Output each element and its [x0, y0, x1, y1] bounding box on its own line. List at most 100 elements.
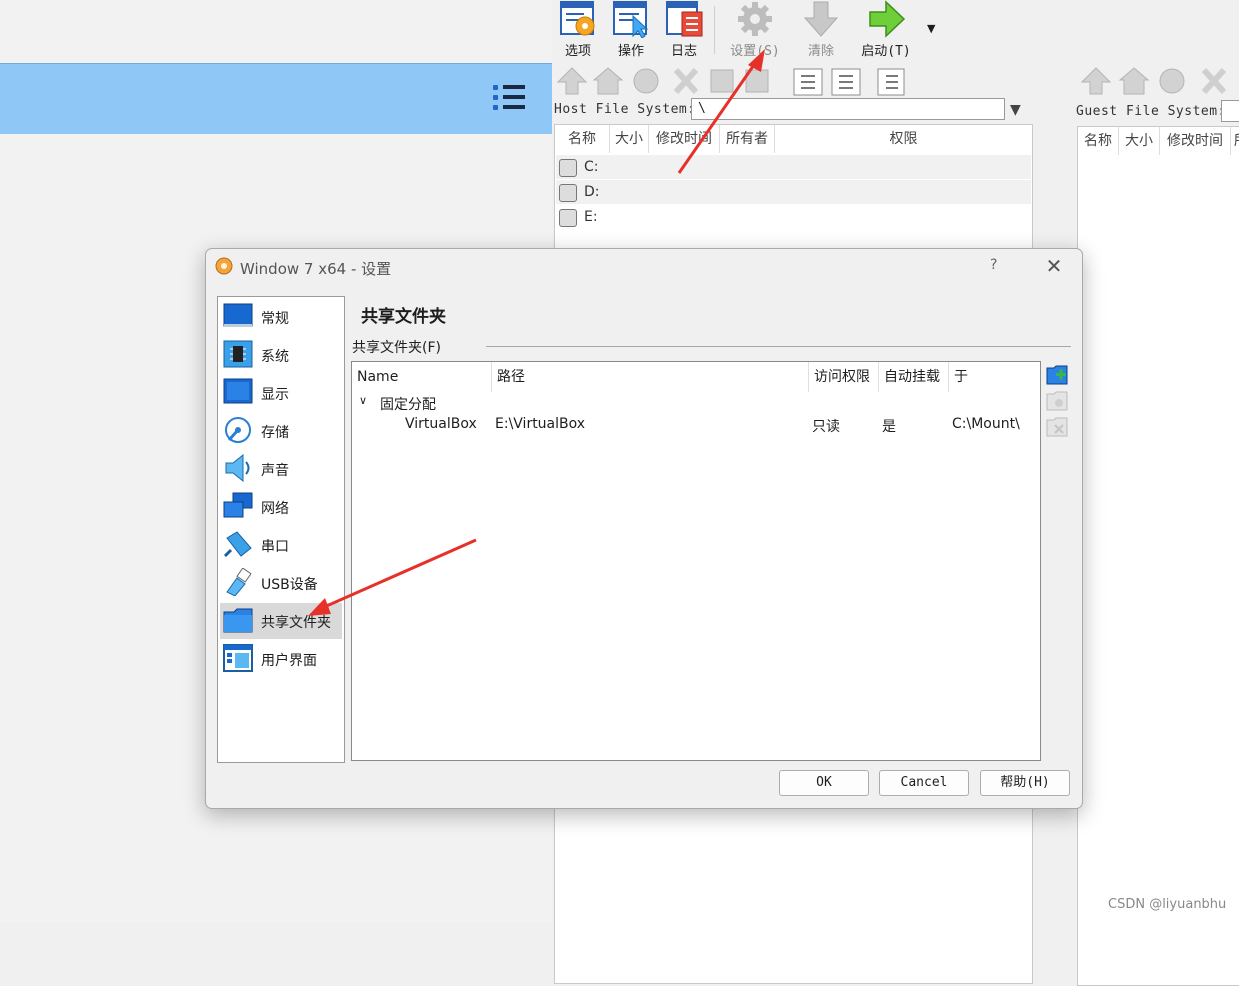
help-button[interactable]: 帮助(H)	[980, 770, 1070, 796]
row-access: 只读	[812, 419, 840, 435]
page-title: 共享文件夹	[361, 307, 446, 327]
list-view-icon[interactable]	[493, 83, 525, 113]
nav-label: 存储	[261, 425, 289, 441]
toolbar-log-button[interactable]: 日志	[662, 0, 706, 60]
toolbar-operations-label: 操作	[617, 44, 644, 59]
guest-col-size[interactable]: 大小	[1119, 127, 1160, 155]
storage-disk-icon	[223, 416, 253, 444]
settings-nav: 常规 系统 显示 存储 声音 网络 串口 USB设备 共享文件夹 用户界面	[217, 296, 345, 763]
dialog-title: Window 7 x64 - 设置	[240, 260, 392, 278]
toolbar-options-button[interactable]: 选项	[556, 0, 600, 60]
nav-label: 常规	[261, 311, 289, 327]
nav-label: 系统	[261, 349, 289, 365]
drive-label: D:	[584, 184, 600, 200]
host-col-size[interactable]: 大小	[610, 125, 649, 153]
guest-col-modified[interactable]: 修改时间	[1160, 127, 1231, 155]
row-mount-point: C:\Mount\	[952, 416, 1020, 432]
host-col-owner[interactable]: 所有者	[720, 125, 775, 153]
col-header-path[interactable]: 路径	[492, 362, 809, 392]
host-fs-path-input[interactable]: \	[691, 98, 1005, 120]
nav-item-usb[interactable]: USB设备	[220, 565, 342, 601]
virtualbox-logo-icon	[215, 257, 233, 275]
nav-label: 显示	[261, 387, 289, 403]
chevron-down-icon[interactable]: ▼	[927, 22, 935, 35]
shared-folder-icon	[223, 606, 253, 634]
user-interface-icon	[223, 644, 253, 672]
col-header-automount[interactable]: 自动挂载	[879, 362, 949, 392]
serial-port-icon	[223, 530, 253, 558]
nav-item-general[interactable]: 常规	[220, 299, 342, 335]
drive-label: E:	[584, 209, 598, 225]
nav-label: 用户界面	[261, 653, 317, 669]
settings-gear-icon	[735, 0, 775, 38]
nav-item-display[interactable]: 显示	[220, 375, 342, 411]
display-monitor-icon	[223, 378, 253, 406]
guest-col-name[interactable]: 名称	[1078, 127, 1119, 155]
toolbar-settings-button[interactable]: 设置(S)	[724, 0, 786, 60]
network-icon	[223, 492, 253, 520]
options-icon	[558, 0, 598, 38]
nav-item-shared-folders[interactable]: 共享文件夹	[220, 603, 342, 639]
toolbar-settings-label: 设置(S)	[730, 44, 780, 59]
host-fs-dropdown-icon[interactable]: ▼	[1010, 102, 1021, 118]
close-icon[interactable]: ✕	[1042, 254, 1066, 278]
cancel-button[interactable]: Cancel	[879, 770, 969, 796]
shared-folders-table[interactable]: Name 路径 访问权限 自动挂载 于 ∨ 固定分配 VirtualBox E:…	[351, 361, 1041, 761]
drive-row[interactable]: C:	[556, 155, 1031, 179]
host-fs-label: Host File System:	[554, 102, 696, 117]
col-header-mount-point[interactable]: 于	[949, 362, 1040, 392]
toolbar-discard-button[interactable]: 清除	[798, 0, 844, 60]
toolbar-start-label: 启动(T)	[861, 44, 911, 59]
toolbar-discard-label: 清除	[807, 44, 834, 59]
vm-list-header-bar[interactable]	[0, 63, 552, 134]
operations-icon	[611, 0, 651, 39]
nav-item-audio[interactable]: 声音	[220, 451, 342, 487]
add-shared-folder-icon[interactable]	[1046, 365, 1068, 385]
col-header-access[interactable]: 访问权限	[809, 362, 879, 392]
col-header-name[interactable]: Name	[352, 362, 492, 392]
table-row[interactable]: VirtualBox E:\VirtualBox 只读 是 C:\Mount\	[352, 413, 1040, 437]
drive-row[interactable]: D:	[556, 180, 1031, 204]
ok-button[interactable]: OK	[779, 770, 869, 796]
guest-fs-path-input[interactable]	[1221, 100, 1239, 122]
usb-icon	[223, 567, 253, 597]
nav-label: 声音	[261, 463, 289, 479]
nav-item-user-interface[interactable]: 用户界面	[220, 641, 342, 677]
host-file-toolbar	[556, 66, 1026, 96]
general-icon	[223, 302, 253, 330]
help-icon[interactable]: ?	[990, 257, 997, 273]
guest-file-list[interactable]: 名称 大小 修改时间 所	[1077, 126, 1239, 986]
vm-toolbar: 选项 操作 日志 设置(S) 清除 启动(T) ▼	[552, 0, 1239, 62]
edit-shared-folder-icon[interactable]	[1046, 391, 1068, 411]
host-col-name[interactable]: 名称	[555, 125, 610, 153]
drive-icon	[559, 159, 577, 177]
audio-speaker-icon	[223, 453, 253, 483]
host-col-modified[interactable]: 修改时间	[649, 125, 720, 153]
nav-item-system[interactable]: 系统	[220, 337, 342, 373]
nav-item-network[interactable]: 网络	[220, 489, 342, 525]
toolbar-operations-button[interactable]: 操作	[609, 0, 653, 60]
nav-label: 网络	[261, 501, 289, 517]
nav-item-serial[interactable]: 串口	[220, 527, 342, 563]
expand-chevron-icon[interactable]: ∨	[359, 394, 367, 407]
system-chip-icon	[223, 340, 253, 368]
group-fixed-allocation[interactable]: 固定分配	[380, 394, 436, 414]
drive-icon	[559, 184, 577, 202]
watermark-text: CSDN @liyuanbhu	[1108, 897, 1227, 912]
start-arrow-icon	[866, 0, 906, 38]
toolbar-start-button[interactable]: 启动(T)	[855, 0, 917, 60]
row-path: E:\VirtualBox	[495, 416, 586, 432]
shared-folders-group-label: 共享文件夹(F)	[352, 340, 441, 356]
remove-shared-folder-icon[interactable]	[1046, 417, 1068, 437]
guest-col-owner[interactable]: 所	[1231, 127, 1239, 155]
nav-label: USB设备	[261, 577, 318, 593]
row-automount: 是	[882, 419, 896, 435]
group-divider	[486, 346, 1071, 347]
nav-label: 共享文件夹	[261, 615, 331, 631]
nav-item-storage[interactable]: 存储	[220, 413, 342, 449]
drive-label: C:	[584, 159, 599, 175]
host-col-permissions[interactable]: 权限	[775, 125, 1032, 153]
drive-icon	[559, 209, 577, 227]
toolbar-options-label: 选项	[564, 44, 591, 59]
drive-row[interactable]: E:	[556, 205, 1031, 229]
